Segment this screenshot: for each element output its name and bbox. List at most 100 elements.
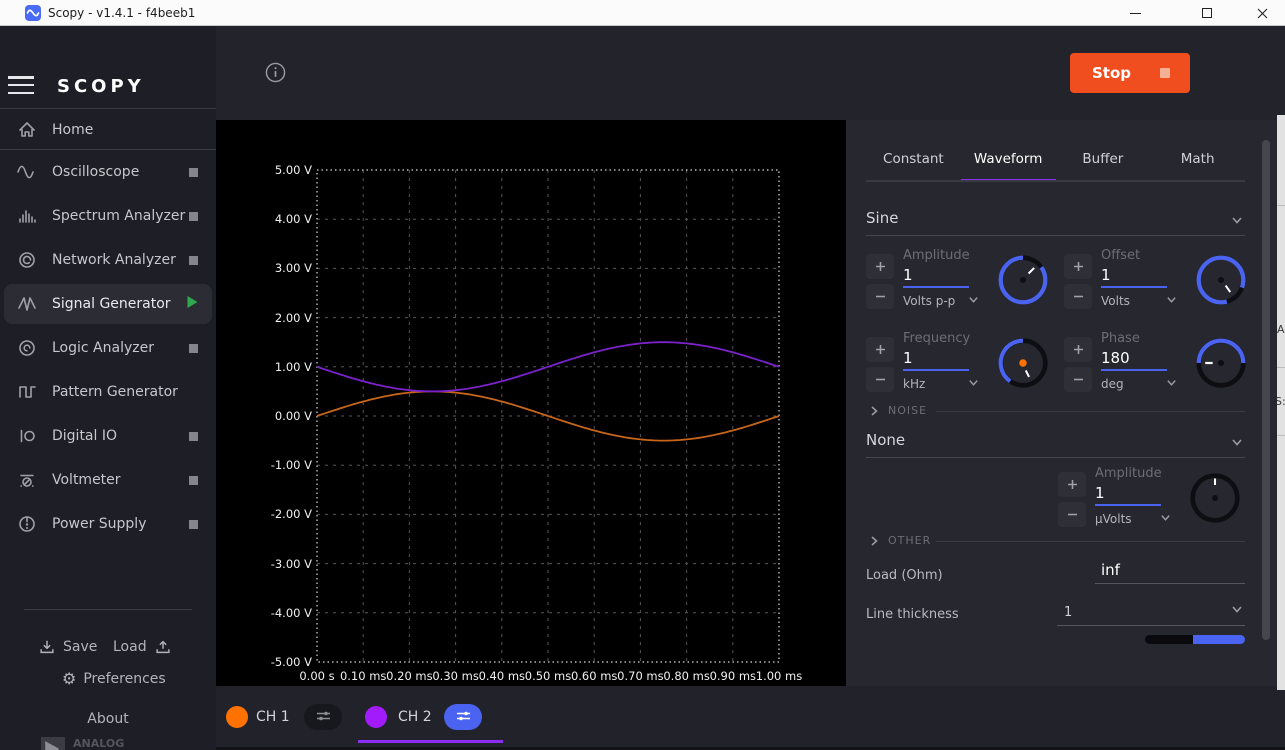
frequency-knob[interactable] — [997, 337, 1049, 393]
noise-amplitude-increment-button[interactable] — [1058, 472, 1086, 497]
titlebar: Scopy - v1.4.1 - f4beeb1 — [0, 0, 1285, 26]
chevron-down-icon — [1231, 214, 1243, 226]
chevron-right-icon — [868, 535, 880, 547]
sidebar-item-voltmeter[interactable]: Voltmeter — [4, 460, 212, 500]
horizontal-scrollbar-thumb[interactable] — [1193, 635, 1245, 644]
channel-label: CH 1 — [256, 709, 290, 725]
sidebar-item-pattern-generator[interactable]: Pattern Generator — [4, 372, 212, 412]
sidebar-item-spectrum-analyzer[interactable]: Spectrum Analyzer — [4, 196, 212, 236]
chevron-right-icon — [868, 405, 880, 417]
instrument-stopped-square-icon — [189, 212, 198, 221]
load-upload-icon — [154, 638, 172, 656]
amplitude-increment-button[interactable] — [866, 254, 894, 279]
channel-label: CH 2 — [398, 709, 432, 725]
frequency-unit-select[interactable]: kHz — [903, 377, 979, 391]
y-tick-label: 0.00 V — [224, 409, 312, 423]
waveform-chart[interactable]: 5.00 V4.00 V3.00 V2.00 V1.00 V0.00 V-1.0… — [216, 120, 846, 686]
sliders-icon — [455, 708, 472, 727]
about-button[interactable]: About — [0, 708, 216, 727]
frequency-control: Frequency1kHz — [866, 331, 1051, 403]
sidebar-item-home[interactable]: Home — [4, 110, 212, 150]
active-channel-underline — [358, 740, 503, 743]
load-ohm-input[interactable]: inf — [1095, 560, 1245, 584]
phase-unit-select[interactable]: deg — [1101, 377, 1177, 391]
offset-decrement-button[interactable] — [1064, 284, 1092, 309]
frequency-decrement-button[interactable] — [866, 367, 894, 392]
preferences-button[interactable]: ⚙ Preferences — [62, 670, 166, 688]
load-button[interactable]: Load — [113, 638, 172, 656]
offset-knob[interactable] — [1195, 254, 1247, 310]
noise-amplitude-decrement-button[interactable] — [1058, 502, 1086, 527]
load-ohm-value: inf — [1101, 561, 1120, 579]
scopy-app-icon — [25, 5, 41, 21]
amplitude-label: Amplitude — [903, 248, 993, 263]
chevron-down-icon — [1166, 294, 1177, 308]
minimize-button[interactable] — [1112, 0, 1158, 26]
power-supply-icon — [16, 514, 38, 534]
phase-value-input[interactable]: 180 — [1101, 349, 1167, 371]
noise-amplitude-knob[interactable] — [1189, 472, 1241, 528]
phase-increment-button[interactable] — [1064, 337, 1092, 362]
sidebar-item-power-supply[interactable]: Power Supply — [4, 504, 212, 544]
noise-type-value: None — [866, 431, 905, 449]
voltmeter-icon — [16, 470, 38, 490]
offset-increment-button[interactable] — [1064, 254, 1092, 279]
y-tick-label: 4.00 V — [224, 212, 312, 226]
line-thickness-select[interactable]: 1 — [1057, 601, 1245, 626]
tab-buffer[interactable]: Buffer — [1056, 138, 1151, 182]
sidebar-item-network-analyzer[interactable]: Network Analyzer — [4, 240, 212, 280]
vertical-scrollbar-thumb[interactable] — [1262, 140, 1270, 640]
frequency-increment-button[interactable] — [866, 337, 894, 362]
plus-icon — [1073, 257, 1084, 276]
phase-decrement-button[interactable] — [1064, 367, 1092, 392]
amplitude-value-input[interactable]: 1 — [903, 266, 969, 288]
close-button[interactable] — [1239, 0, 1285, 26]
phase-control: Phase 180 deg — [1064, 331, 1249, 403]
noise-section-label: NOISE — [888, 404, 927, 417]
save-button[interactable]: Save — [38, 638, 97, 656]
amplitude-unit-select[interactable]: Volts p-p — [903, 294, 979, 308]
horizontal-scrollbar[interactable] — [1145, 635, 1245, 644]
noise-type-select[interactable]: None — [866, 430, 1245, 458]
chevron-down-icon — [1231, 436, 1243, 448]
main-area: Stop 5.00 V4.00 V3.00 V2.00 V1.00 V0.00 … — [216, 26, 1285, 750]
tab-waveform[interactable]: Waveform — [961, 138, 1056, 182]
tab-underline-track — [866, 180, 1245, 182]
tab-label: Math — [1181, 151, 1215, 167]
phase-unit-value: deg — [1101, 377, 1124, 391]
tab-math[interactable]: Math — [1150, 138, 1245, 182]
spectrum-analyzer-icon — [16, 206, 38, 226]
wave-type-value: Sine — [866, 209, 898, 227]
info-button[interactable] — [265, 62, 286, 87]
channel-settings-pill-button[interactable] — [444, 704, 482, 730]
frequency-value-input[interactable]: 1 — [903, 349, 969, 371]
tab-label: Constant — [883, 151, 944, 167]
wave-type-select[interactable]: Sine — [866, 208, 1245, 236]
offset-value-input[interactable]: 1 — [1101, 266, 1167, 288]
other-section-header[interactable]: OTHER — [868, 534, 931, 547]
offset-unit-value: Volts — [1101, 294, 1130, 308]
noise-amplitude-value-input[interactable]: 1 — [1095, 484, 1161, 506]
plus-icon — [875, 257, 886, 276]
chart-canvas — [216, 120, 846, 686]
noise-section-header[interactable]: NOISE — [868, 404, 927, 417]
noise-amplitude-unit-select[interactable]: µVolts — [1095, 512, 1171, 526]
stop-button[interactable]: Stop — [1070, 53, 1190, 93]
offset-unit-select[interactable]: Volts — [1101, 294, 1177, 308]
adi-triangle-icon — [40, 736, 66, 750]
sidebar-item-digital-io[interactable]: Digital IO — [4, 416, 212, 456]
sidebar-item-logic-analyzer[interactable]: Logic Analyzer — [4, 328, 212, 368]
channel-settings-pill-button[interactable] — [304, 704, 342, 730]
sidebar-item-oscilloscope[interactable]: Oscilloscope — [4, 152, 212, 192]
amplitude-decrement-button[interactable] — [866, 284, 894, 309]
amplitude-knob[interactable] — [997, 254, 1049, 310]
sidebar-item-signal-generator[interactable]: Signal Generator — [4, 284, 212, 324]
menu-hamburger-button[interactable] — [8, 72, 34, 98]
other-section-label: OTHER — [888, 534, 931, 547]
y-tick-label: -1.00 V — [224, 458, 312, 472]
maximize-button[interactable] — [1184, 0, 1230, 26]
channel-color-dot — [365, 706, 387, 728]
phase-label: Phase — [1101, 331, 1191, 346]
phase-knob[interactable] — [1195, 337, 1247, 393]
tab-constant[interactable]: Constant — [866, 138, 961, 182]
